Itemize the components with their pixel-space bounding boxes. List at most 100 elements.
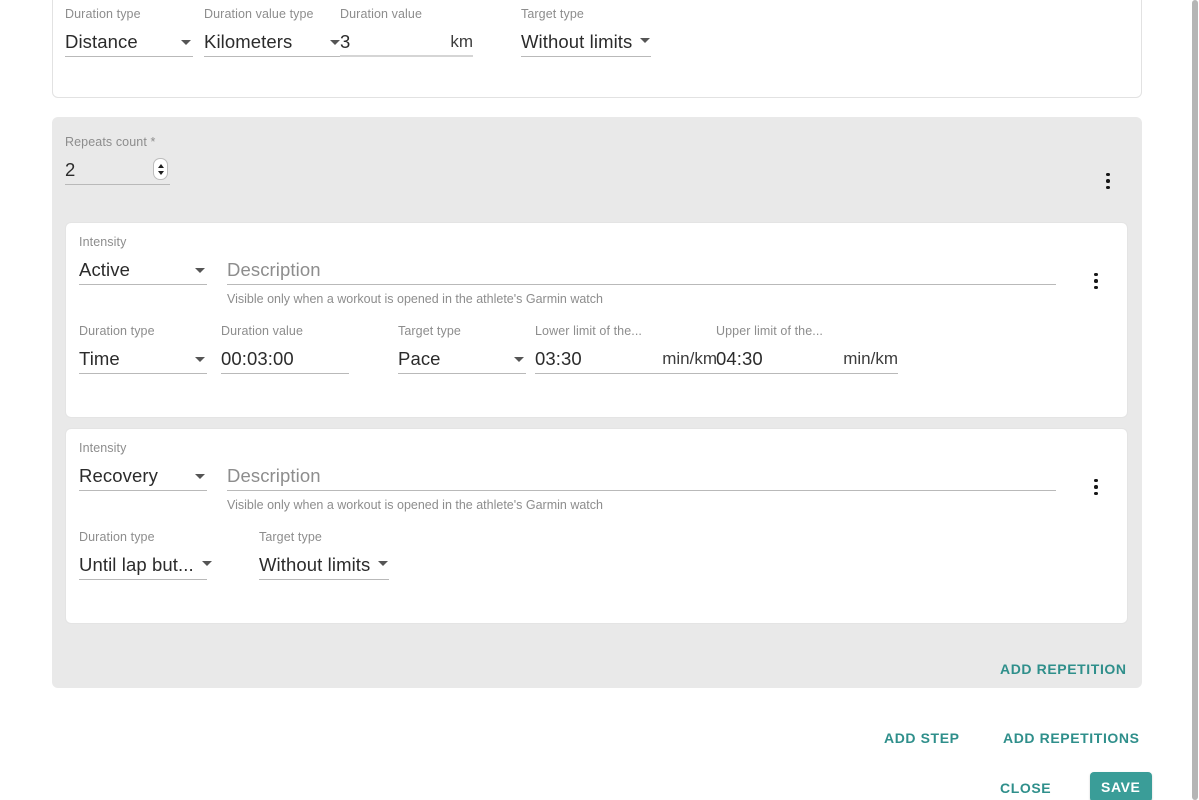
top-duration-type-label: Duration type	[65, 7, 193, 21]
kebab-dot-icon	[1094, 273, 1098, 277]
top-duration-value-field[interactable]: Duration value 3 km	[340, 7, 473, 57]
repetition-block-menu-button[interactable]	[1096, 169, 1120, 193]
step2-duration-type-label: Duration type	[79, 530, 207, 544]
step1-upper-limit-field[interactable]: Upper limit of the... 04:30 min/km	[716, 324, 898, 374]
chevron-down-icon	[202, 561, 212, 566]
step1-target-type-label: Target type	[398, 324, 526, 338]
top-duration-type-value: Distance	[65, 27, 138, 57]
step1-lower-limit-unit: min/km	[662, 344, 717, 374]
top-duration-value-type-label: Duration value type	[204, 7, 342, 21]
step1-duration-value-input[interactable]: 00:03:00	[221, 344, 349, 374]
repeats-count-input[interactable]: 2	[65, 155, 170, 185]
top-duration-value-input[interactable]: 3 km	[340, 27, 473, 57]
top-duration-type-select[interactable]: Distance	[65, 27, 193, 57]
chevron-down-icon	[378, 561, 388, 566]
add-repetition-button[interactable]: ADD REPETITION	[992, 655, 1135, 683]
kebab-dot-icon	[1106, 186, 1110, 190]
step1-duration-type-label: Duration type	[79, 324, 207, 338]
step2-target-type-value: Without limits	[259, 550, 370, 580]
workout-step-card: Intensity Active Description Visible onl…	[65, 222, 1128, 418]
chevron-down-icon	[330, 40, 340, 45]
step2-description-field[interactable]: Description Visible only when a workout …	[227, 441, 1056, 512]
step1-lower-limit-input[interactable]: 03:30 min/km	[535, 344, 717, 374]
step1-description-input[interactable]: Description	[227, 255, 1056, 285]
step2-intensity-label: Intensity	[79, 441, 207, 455]
kebab-dot-icon	[1094, 479, 1098, 483]
close-button[interactable]: CLOSE	[992, 774, 1059, 800]
step2-duration-type-value: Until lap but...	[79, 550, 194, 580]
save-button[interactable]: SAVE	[1090, 772, 1152, 800]
step1-target-type-field[interactable]: Target type Pace	[398, 324, 526, 374]
chevron-down-icon	[181, 40, 191, 45]
stepper-up-icon[interactable]	[158, 164, 164, 168]
top-target-type-select[interactable]: Without limits	[521, 27, 651, 57]
step2-menu-button[interactable]	[1084, 475, 1108, 499]
kebab-dot-icon	[1094, 492, 1098, 496]
step1-duration-value-text: 00:03:00	[221, 344, 294, 374]
step2-target-type-select[interactable]: Without limits	[259, 550, 389, 580]
add-repetitions-button[interactable]: ADD REPETITIONS	[995, 724, 1148, 752]
kebab-dot-icon	[1094, 485, 1098, 489]
chevron-down-icon	[195, 268, 205, 273]
scrollbar-thumb[interactable]	[1192, 0, 1198, 800]
step2-description-helper: Visible only when a workout is opened in…	[227, 498, 1056, 512]
quantity-stepper[interactable]	[153, 158, 168, 180]
step1-description-placeholder: Description	[227, 255, 321, 285]
step1-description-field[interactable]: Description Visible only when a workout …	[227, 235, 1056, 306]
top-target-type-value: Without limits	[521, 27, 632, 57]
repetition-block-panel: Repeats count * 2 Intensity Active	[52, 117, 1142, 688]
step1-target-type-select[interactable]: Pace	[398, 344, 526, 374]
chevron-down-icon	[640, 38, 650, 43]
kebab-dot-icon	[1106, 179, 1110, 183]
repeats-count-field[interactable]: Repeats count * 2	[65, 135, 170, 185]
workout-editor-page: Duration type Distance Duration value ty…	[0, 0, 1199, 800]
step2-intensity-value: Recovery	[79, 461, 158, 491]
top-target-type-field[interactable]: Target type Without limits	[521, 7, 651, 57]
step2-intensity-select[interactable]: Recovery	[79, 461, 207, 491]
step1-lower-limit-label: Lower limit of the...	[535, 324, 717, 338]
top-duration-value-type-select[interactable]: Kilometers	[204, 27, 342, 57]
workout-step-card: Intensity Recovery Description Visible o…	[65, 428, 1128, 624]
chevron-down-icon	[514, 357, 524, 362]
step2-description-placeholder: Description	[227, 461, 321, 491]
kebab-dot-icon	[1106, 173, 1110, 177]
step2-description-input[interactable]: Description	[227, 461, 1056, 491]
top-duration-value-text: 3	[340, 27, 350, 57]
chevron-down-icon	[195, 474, 205, 479]
step1-lower-limit-field[interactable]: Lower limit of the... 03:30 min/km	[535, 324, 717, 374]
vertical-scrollbar[interactable]	[1187, 0, 1199, 800]
step1-duration-value-field[interactable]: Duration value 00:03:00	[221, 324, 349, 374]
step1-duration-value-label: Duration value	[221, 324, 349, 338]
top-duration-value-type-field[interactable]: Duration value type Kilometers	[204, 7, 342, 57]
add-step-button[interactable]: ADD STEP	[876, 724, 968, 752]
step2-target-type-label: Target type	[259, 530, 389, 544]
step1-intensity-select[interactable]: Active	[79, 255, 207, 285]
top-target-type-label: Target type	[521, 7, 651, 21]
repeats-count-label: Repeats count *	[65, 135, 170, 149]
step1-upper-limit-label: Upper limit of the...	[716, 324, 898, 338]
step2-target-type-field[interactable]: Target type Without limits	[259, 530, 389, 580]
kebab-dot-icon	[1094, 279, 1098, 283]
step1-upper-limit-input[interactable]: 04:30 min/km	[716, 344, 898, 374]
step1-duration-type-select[interactable]: Time	[79, 344, 207, 374]
step1-lower-limit-value: 03:30	[535, 344, 582, 374]
step1-duration-type-value: Time	[79, 344, 120, 374]
step1-intensity-field[interactable]: Intensity Active	[79, 235, 207, 285]
top-duration-value-type-value: Kilometers	[204, 27, 292, 57]
step2-intensity-field[interactable]: Intensity Recovery	[79, 441, 207, 491]
kebab-dot-icon	[1094, 286, 1098, 290]
step1-intensity-value: Active	[79, 255, 130, 285]
top-duration-value-label: Duration value	[340, 7, 473, 21]
step1-menu-button[interactable]	[1084, 269, 1108, 293]
step1-intensity-label: Intensity	[79, 235, 207, 249]
step1-upper-limit-unit: min/km	[843, 344, 898, 374]
stepper-down-icon[interactable]	[158, 171, 164, 175]
step1-description-helper: Visible only when a workout is opened in…	[227, 292, 1056, 306]
step1-duration-type-field[interactable]: Duration type Time	[79, 324, 207, 374]
step2-duration-type-select[interactable]: Until lap but...	[79, 550, 207, 580]
chevron-down-icon	[195, 357, 205, 362]
step2-duration-type-field[interactable]: Duration type Until lap but...	[79, 530, 207, 580]
top-duration-type-field[interactable]: Duration type Distance	[65, 7, 193, 57]
step1-upper-limit-value: 04:30	[716, 344, 763, 374]
step1-target-type-value: Pace	[398, 344, 441, 374]
